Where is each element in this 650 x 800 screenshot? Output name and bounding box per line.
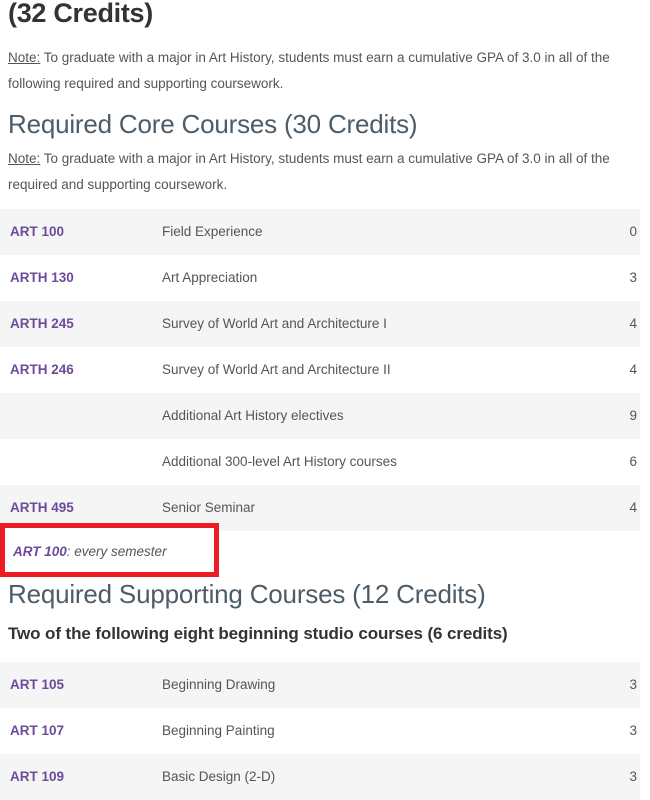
annotation-offering-text: : every semester [66,544,167,559]
course-credits: 3 [629,769,637,784]
note-body: To graduate with a major in Art History,… [8,50,610,91]
course-title: Field Experience [162,224,263,239]
course-credits: 4 [629,500,637,515]
note-paragraph-core: Note: To graduate with a major in Art Hi… [8,146,612,198]
course-credits: 3 [629,677,637,692]
course-title: Beginning Drawing [162,677,276,692]
supporting-courses-table: ART 105 Beginning Drawing 3 ART 107 Begi… [0,662,640,800]
table-row: ART 109 Basic Design (2-D) 3 [0,754,640,800]
note-body: To graduate with a major in Art History,… [8,151,610,192]
course-credits: 4 [629,362,637,377]
table-row: Additional 300-level Art History courses… [0,439,640,485]
table-row: Additional Art History electives 9 [0,393,640,439]
annotation-highlight-box: ART 100: every semester [0,523,219,577]
table-row: ARTH 245 Survey of World Art and Archite… [0,301,640,347]
page-title-credits: (32 Credits) [8,0,153,28]
table-row: ART 105 Beginning Drawing 3 [0,662,640,708]
course-title: Additional 300-level Art History courses [162,454,397,469]
note-paragraph-top: Note: To graduate with a major in Art Hi… [8,45,612,97]
course-code-link[interactable]: ART 109 [10,754,64,800]
course-code-link[interactable]: ART 107 [10,708,64,754]
heading-required-supporting-courses: Required Supporting Courses (12 Credits) [8,579,486,609]
course-code-link[interactable]: ART 105 [10,662,64,708]
course-credits: 3 [629,723,637,738]
course-credits: 0 [629,224,637,239]
course-offering-note: ART 100: every semester [13,542,167,562]
subheading-beginning-studio-courses: Two of the following eight beginning stu… [8,624,508,643]
note-label: Note: [8,151,41,166]
table-row: ARTH 246 Survey of World Art and Archite… [0,347,640,393]
course-title: Beginning Painting [162,723,275,738]
course-title: Additional Art History electives [162,408,344,423]
annotation-course-code: ART 100 [13,544,67,559]
course-code-link[interactable]: ART 100 [10,209,64,255]
course-credits: 3 [629,270,637,285]
catalog-page: (32 Credits) Note: To graduate with a ma… [0,0,650,800]
course-title: Basic Design (2-D) [162,769,276,784]
note-label: Note: [8,50,41,65]
table-row: ART 100 Field Experience 0 [0,209,640,255]
course-credits: 4 [629,316,637,331]
core-courses-table: ART 100 Field Experience 0 ARTH 130 Art … [0,209,640,531]
course-code-link[interactable]: ARTH 246 [10,347,74,393]
course-title: Art Appreciation [162,270,258,285]
course-code-link[interactable]: ARTH 245 [10,301,74,347]
table-row: ART 107 Beginning Painting 3 [0,708,640,754]
table-row: ARTH 130 Art Appreciation 3 [0,255,640,301]
course-credits: 6 [629,454,637,469]
course-code-link[interactable]: ARTH 130 [10,255,74,301]
course-credits: 9 [629,408,637,423]
course-title: Survey of World Art and Architecture II [162,362,391,377]
course-title: Survey of World Art and Architecture I [162,316,387,331]
heading-required-core-courses: Required Core Courses (30 Credits) [8,109,418,139]
